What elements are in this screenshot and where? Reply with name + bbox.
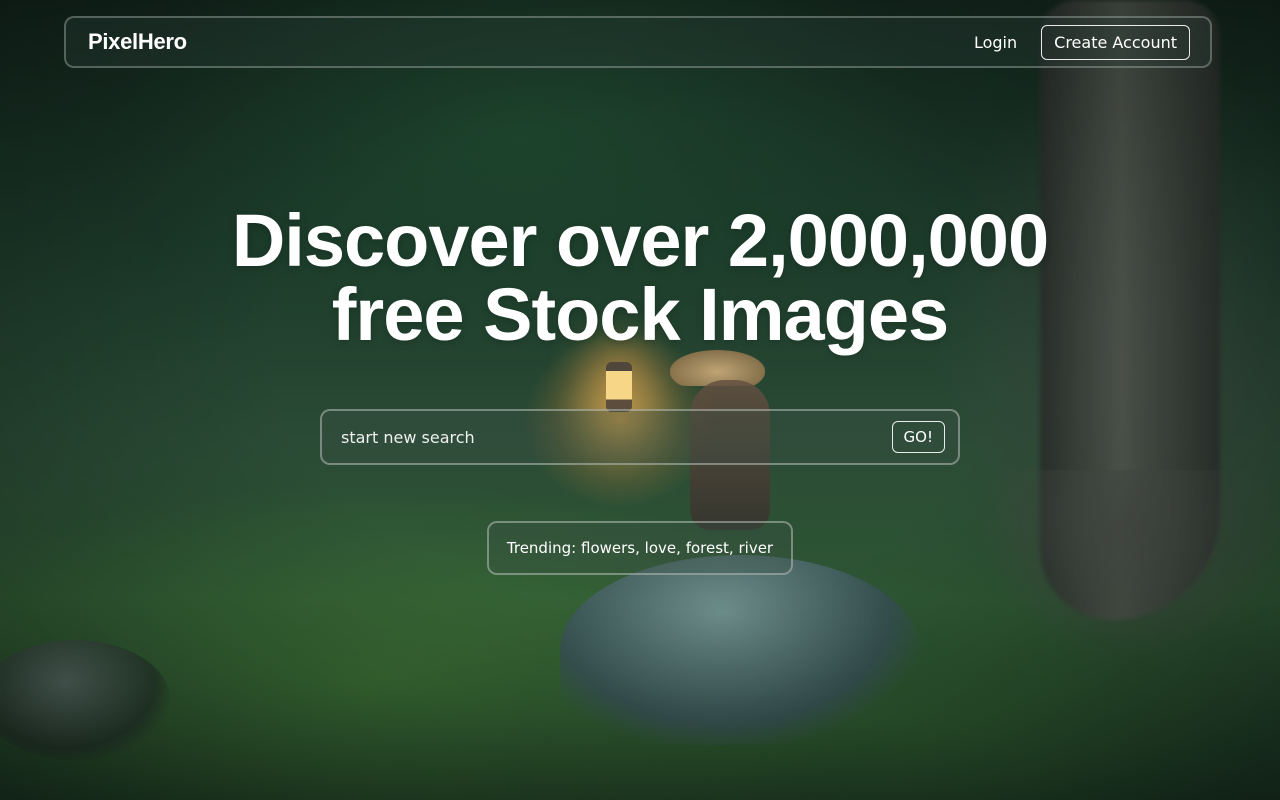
headline-line-2: free Stock Images: [331, 273, 949, 356]
login-link[interactable]: Login: [974, 33, 1017, 52]
trending-tag-forest[interactable]: forest: [686, 539, 729, 557]
create-account-button[interactable]: Create Account: [1041, 24, 1190, 60]
navbar: PixelHero Login Create Account: [64, 16, 1212, 68]
hero-section: PixelHero Login Create Account Discover …: [0, 0, 1280, 800]
trending-tag-river[interactable]: river: [738, 539, 773, 557]
search-input[interactable]: [339, 426, 892, 448]
trending-tag-love[interactable]: love: [645, 539, 676, 557]
headline-line-1: Discover over 2,000,000: [231, 199, 1049, 282]
trending-label: Trending:: [506, 539, 577, 557]
nav-actions: Login Create Account: [974, 24, 1190, 60]
search-bar: GO!: [320, 409, 960, 465]
trending-box: Trending: flowers, love, forest, river: [487, 521, 793, 575]
trending-tag-flowers[interactable]: flowers: [581, 539, 635, 557]
vignette-overlay: [0, 0, 1280, 800]
hero-headline: Discover over 2,000,000 free Stock Image…: [0, 204, 1280, 352]
go-button[interactable]: GO!: [891, 421, 945, 453]
brand-logo[interactable]: PixelHero: [88, 29, 187, 55]
